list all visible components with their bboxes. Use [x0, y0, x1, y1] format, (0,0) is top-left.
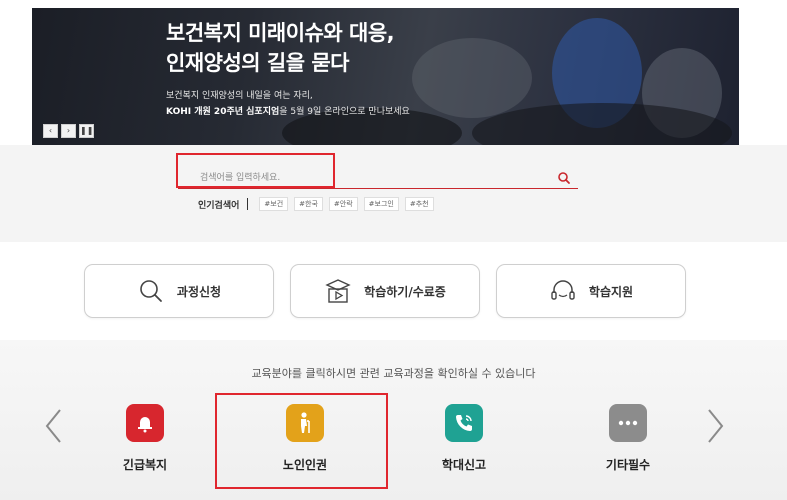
- keyword-tag[interactable]: #안락: [328, 197, 358, 211]
- graduation-play-icon: [324, 277, 352, 305]
- banner-subtitle: 보건복지 인재양성의 내일을 여는 자리, KOHI 개원 20주년 심포지엄을…: [166, 88, 410, 120]
- search-section: 인기검색어 #보건 #한국 #안락 #보그인 #추천: [0, 145, 787, 242]
- category-next-button[interactable]: [703, 408, 729, 448]
- learning-support-label: 학습지원: [588, 284, 634, 299]
- magnifier-icon: [137, 277, 165, 305]
- course-apply-button[interactable]: 과정신청: [84, 264, 274, 318]
- banner-pause-button[interactable]: ❚❚: [79, 124, 94, 138]
- course-apply-label: 과정신청: [176, 284, 222, 299]
- popular-keywords-label: 인기검색어: [198, 200, 240, 211]
- banner-prev-button[interactable]: ‹: [43, 124, 58, 138]
- banner-controls: ‹ › ❚❚: [43, 124, 94, 138]
- banner-subtitle-strong: KOHI 개원 20주년 심포지엄: [166, 107, 280, 117]
- study-certificate-label: 학습하기/수료증: [364, 284, 446, 299]
- keyword-tag[interactable]: #보건: [259, 197, 289, 211]
- chevron-left-icon: [42, 406, 64, 450]
- banner-subtitle-line: 보건복지 인재양성의 내일을 여는 자리,: [166, 91, 313, 101]
- category-prev-button[interactable]: [40, 408, 66, 448]
- keyword-tag[interactable]: #추천: [404, 197, 434, 211]
- category-label: 긴급복지: [122, 458, 168, 472]
- banner-title-line: 보건복지 미래이슈와 대응,: [166, 21, 395, 45]
- phone-icon: [445, 404, 483, 442]
- category-highlight-box: [215, 393, 388, 489]
- hero-banner[interactable]: 보건복지 미래이슈와 대응, 인재양성의 길을 묻다 보건복지 인재양성의 내일…: [32, 8, 739, 145]
- category-section: 교육분야를 클릭하시면 관련 교육과정을 확인하실 수 있습니다 긴급복지 노인…: [0, 340, 787, 500]
- learning-support-button[interactable]: 학습지원: [496, 264, 686, 318]
- banner-subtitle-line: KOHI 개원 20주년 심포지엄을 5월 9일 온라인으로 만나보세요: [166, 104, 410, 120]
- banner-title-line: 인재양성의 길을 묻다: [166, 51, 350, 75]
- banner-background-shape: [412, 38, 532, 118]
- category-other-required[interactable]: 기타필수: [583, 404, 673, 473]
- search-icon[interactable]: [556, 170, 572, 186]
- headset-icon: [549, 277, 577, 305]
- category-abuse-report[interactable]: 학대신고: [419, 404, 509, 473]
- banner-subtitle-rest: 을 5월 9일 온라인으로 만나보세요: [279, 107, 410, 117]
- banner-next-button[interactable]: ›: [61, 124, 76, 138]
- chevron-right-icon: [705, 406, 727, 450]
- keyword-tag[interactable]: #한국: [294, 197, 323, 211]
- keyword-tag[interactable]: #보그인: [363, 197, 399, 211]
- more-dots-icon: [609, 404, 647, 442]
- study-certificate-button[interactable]: 학습하기/수료증: [290, 264, 480, 318]
- banner-title: 보건복지 미래이슈와 대응, 인재양성의 길을 묻다: [166, 18, 395, 78]
- divider: [247, 198, 249, 210]
- category-hint: 교육분야를 클릭하시면 관련 교육과정을 확인하실 수 있습니다: [251, 367, 536, 380]
- category-label: 기타필수: [605, 458, 651, 472]
- quick-menu: 과정신청 학습하기/수료증 학습지원: [84, 264, 686, 318]
- bell-icon: [126, 404, 164, 442]
- popular-keywords: 인기검색어 #보건 #한국 #안락 #보그인 #추천: [198, 197, 434, 211]
- search-highlight-box: [176, 153, 335, 188]
- category-emergency-welfare[interactable]: 긴급복지: [100, 404, 190, 473]
- category-label: 학대신고: [441, 458, 487, 472]
